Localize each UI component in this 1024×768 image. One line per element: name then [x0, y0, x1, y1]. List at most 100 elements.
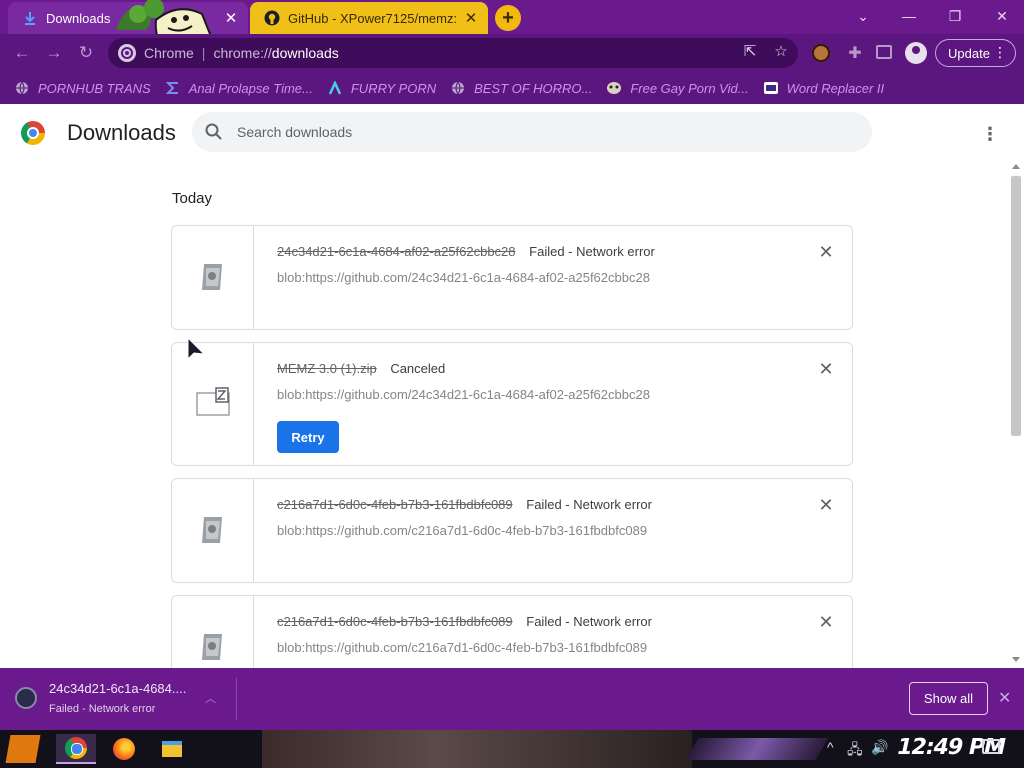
download-url[interactable]: blob:https://github.com/24c34d21-6c1a-46… — [277, 387, 650, 402]
bookmark-star-icon[interactable]: ☆ — [771, 42, 791, 62]
taskbar-chrome[interactable] — [56, 734, 96, 764]
close-icon[interactable]: ✕ — [460, 9, 482, 27]
back-icon[interactable]: ← — [11, 42, 33, 64]
lambda-icon — [327, 80, 343, 96]
extensions-puzzle-icon[interactable]: ✚ — [845, 43, 865, 63]
start-button[interactable] — [5, 735, 41, 763]
scroll-up-arrow-icon[interactable] — [1012, 164, 1020, 169]
bookmark-item[interactable]: BEST OF HORRO... — [450, 80, 592, 96]
file-icon-column — [172, 596, 254, 668]
update-button[interactable]: Update ⋮ — [935, 39, 1016, 67]
close-icon[interactable]: ✕ — [220, 9, 242, 27]
globe-icon — [14, 80, 30, 96]
bookmark-item[interactable]: Word Replacer II — [763, 80, 885, 96]
chrome-site-icon[interactable] — [118, 44, 136, 62]
taskbar-decoration — [685, 738, 829, 760]
url-separator: | — [201, 45, 206, 61]
new-tab-button[interactable]: + — [495, 5, 521, 31]
address-bar[interactable]: Chrome | chrome:// downloads — [108, 38, 798, 68]
close-shelf-icon[interactable]: ✕ — [998, 688, 1011, 708]
zip-file-icon — [196, 387, 230, 416]
restore-icon[interactable]: ❐ — [940, 6, 970, 26]
file-name: MEMZ 3.0 (1).zip — [277, 361, 377, 376]
download-status: Failed - Network error — [529, 244, 655, 259]
bookmark-label: Word Replacer II — [786, 80, 885, 96]
taskbar-firefox[interactable] — [104, 734, 144, 764]
window-close-icon[interactable]: ✕ — [987, 6, 1017, 26]
failed-file-icon — [202, 634, 222, 660]
file-icon-column — [172, 479, 254, 582]
shelf-item-name[interactable]: 24c34d21-6c1a-4684.... — [49, 681, 186, 696]
more-actions-icon[interactable]: ⋮ — [980, 122, 1000, 146]
tray-overflow-icon[interactable]: ^ — [827, 739, 834, 755]
remove-icon[interactable]: ✕ — [816, 612, 836, 632]
bookmark-label: BEST OF HORRO... — [474, 80, 593, 96]
word-replacer-icon — [763, 80, 779, 96]
search-box[interactable] — [192, 112, 872, 152]
download-title-row: c216a7d1-6d0c-4feb-b7b3-161fbdbfc089 Fai… — [277, 497, 652, 512]
downloads-list: Today 24c34d21-6c1a-4684-af02-a25f62cbbc… — [0, 162, 1008, 668]
file-name: c216a7d1-6d0c-4feb-b7b3-161fbdbfc089 — [277, 497, 513, 512]
download-status: Failed - Network error — [526, 497, 652, 512]
download-url[interactable]: blob:https://github.com/c216a7d1-6d0c-4f… — [277, 640, 647, 655]
bookmarks-bar: PORNHUB TRANS Anal Prolapse Time... FURR… — [0, 72, 1024, 104]
date-heading: Today — [172, 190, 213, 207]
bookmark-label: FURRY PORN — [350, 80, 437, 96]
page-title: Downloads — [67, 120, 176, 145]
bookmark-item[interactable]: PORNHUB TRANS — [14, 80, 151, 96]
taskbar-file-explorer[interactable] — [152, 734, 192, 764]
toolbar: ← → ↻ Chrome | chrome:// downloads ⇱ ☆ — [0, 34, 1024, 72]
mouse-cursor-icon — [187, 337, 206, 361]
retry-button[interactable]: Retry — [277, 421, 339, 453]
remove-icon[interactable]: ✕ — [816, 242, 836, 262]
folder-icon — [162, 741, 182, 757]
notification-icon[interactable] — [982, 739, 1000, 754]
bookmark-item[interactable]: FURRY PORN — [327, 80, 436, 96]
scroll-thumb[interactable] — [1011, 176, 1021, 436]
scrollbar[interactable] — [1008, 162, 1024, 668]
search-input[interactable] — [237, 124, 837, 140]
chrome-logo-icon — [21, 121, 45, 145]
side-panel-icon[interactable] — [876, 45, 892, 59]
failed-file-icon — [202, 517, 222, 543]
download-url[interactable]: blob:https://github.com/c216a7d1-6d0c-4f… — [277, 523, 647, 538]
bookmark-item[interactable]: Free Gay Porn Vid... — [606, 80, 749, 96]
forward-icon[interactable]: → — [43, 42, 65, 64]
tab-search-icon[interactable]: ⌄ — [848, 6, 878, 26]
download-item: c216a7d1-6d0c-4feb-b7b3-161fbdbfc089 Fai… — [171, 595, 853, 668]
tab-title: GitHub - XPower7125/memz: M — [288, 10, 460, 26]
file-name: c216a7d1-6d0c-4feb-b7b3-161fbdbfc089 — [277, 614, 513, 629]
download-icon — [22, 10, 38, 26]
shelf-divider — [236, 678, 237, 720]
network-icon[interactable]: 🖧 — [847, 739, 863, 763]
volume-icon[interactable]: 🔊 — [871, 739, 888, 756]
minimize-icon[interactable]: — — [894, 6, 924, 26]
downloads-header: Downloads ⋮ — [0, 104, 1024, 162]
remove-icon[interactable]: ✕ — [816, 359, 836, 379]
url-host: downloads — [271, 45, 339, 61]
firefox-icon — [113, 738, 135, 760]
scroll-down-arrow-icon[interactable] — [1012, 657, 1020, 662]
download-url[interactable]: blob:https://github.com/24c34d21-6c1a-46… — [277, 270, 650, 285]
taskbar-wallpaper-strip — [262, 730, 692, 768]
search-icon — [204, 122, 224, 142]
bookmark-item[interactable]: Anal Prolapse Time... — [165, 80, 313, 96]
failed-file-icon — [202, 264, 222, 290]
share-icon[interactable]: ⇱ — [740, 42, 760, 62]
update-label: Update — [948, 45, 990, 61]
shelf-file-icon — [15, 687, 37, 709]
remove-icon[interactable]: ✕ — [816, 495, 836, 515]
taskbar: ^ 🖧 🔊 12:49 PM — [0, 730, 1024, 768]
url-scheme: chrome:// — [213, 45, 272, 61]
download-status: Failed - Network error — [526, 614, 652, 629]
chevron-up-icon[interactable]: ︿ — [205, 690, 216, 706]
chrome-icon — [65, 737, 87, 759]
browser-menu-icon[interactable]: ⋮ — [993, 44, 1007, 61]
profile-icon[interactable] — [905, 42, 927, 64]
tab-github[interactable]: GitHub - XPower7125/memz: M ✕ — [250, 2, 488, 34]
extension-avatar-icon[interactable] — [812, 44, 830, 62]
show-all-button[interactable]: Show all — [909, 682, 988, 715]
download-title-row: MEMZ 3.0 (1).zip Canceled — [277, 361, 445, 376]
file-icon-column — [172, 226, 254, 329]
reload-icon[interactable]: ↻ — [75, 42, 97, 64]
